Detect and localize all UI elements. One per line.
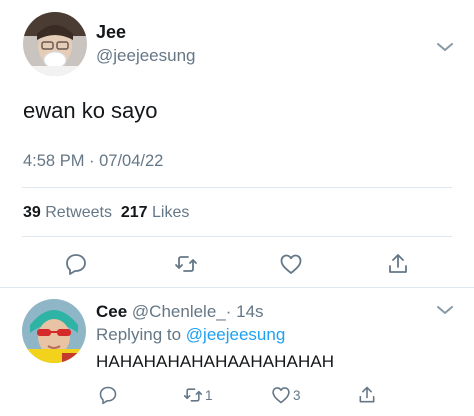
divider [0, 287, 474, 288]
main-tweet: Jee @jeejeesung ewan ko sayo 4:58 PM · 0… [0, 0, 474, 288]
reply-icon[interactable] [64, 252, 88, 276]
reply-header: Cee @Chenlele_· 14s [96, 302, 264, 322]
divider [22, 236, 452, 237]
reply-action-like[interactable]: 3 [271, 385, 301, 405]
reply-action-reply[interactable] [98, 385, 118, 405]
tweet-text: ewan ko sayo [23, 98, 158, 123]
profile-photo-icon [23, 12, 87, 76]
retweet-icon[interactable] [174, 252, 198, 276]
reply-icon [99, 386, 117, 405]
chevron-down-icon[interactable] [436, 303, 454, 315]
replying-to-handle[interactable]: @jeejeesung [186, 325, 286, 344]
reply-action-retweet[interactable]: 1 [183, 385, 213, 405]
reply-like-count: 3 [293, 387, 301, 403]
reply-author-handle[interactable]: @Chenlele_ [132, 302, 226, 321]
retweets-label[interactable]: Retweets [45, 204, 112, 221]
author-handle[interactable]: @jeejeesung [96, 46, 196, 66]
replying-to: Replying to @jeejeesung [96, 325, 285, 345]
replying-to-label: Replying to [96, 325, 182, 344]
profile-photo-icon [22, 299, 86, 363]
divider [22, 187, 452, 188]
like-icon [272, 387, 290, 404]
retweet-icon [183, 388, 203, 402]
likes-count[interactable]: 217 [121, 204, 148, 221]
avatar[interactable] [23, 12, 87, 76]
likes-label[interactable]: Likes [152, 204, 189, 221]
reply-retweet-count: 1 [205, 387, 213, 403]
avatar[interactable] [22, 299, 86, 363]
reply-tweet: Cee @Chenlele_· 14s Replying to @jeejees… [0, 289, 474, 416]
share-icon[interactable] [386, 252, 410, 276]
tweet-stats: 39 Retweets 217 Likes [23, 204, 189, 222]
share-icon [359, 386, 375, 403]
like-icon[interactable] [279, 252, 303, 276]
reply-text: HAHAHAHAHAHAAHAHAHAH [96, 352, 335, 371]
reply-age[interactable]: · 14s [226, 302, 264, 321]
reply-action-share[interactable] [357, 385, 377, 405]
reply-author-name[interactable]: Cee [96, 302, 127, 321]
tweet-timestamp[interactable]: 4:58 PM · 07/04/22 [23, 152, 163, 171]
retweets-count[interactable]: 39 [23, 204, 41, 221]
author-name[interactable]: Jee [96, 22, 126, 43]
chevron-down-icon[interactable] [436, 40, 454, 52]
